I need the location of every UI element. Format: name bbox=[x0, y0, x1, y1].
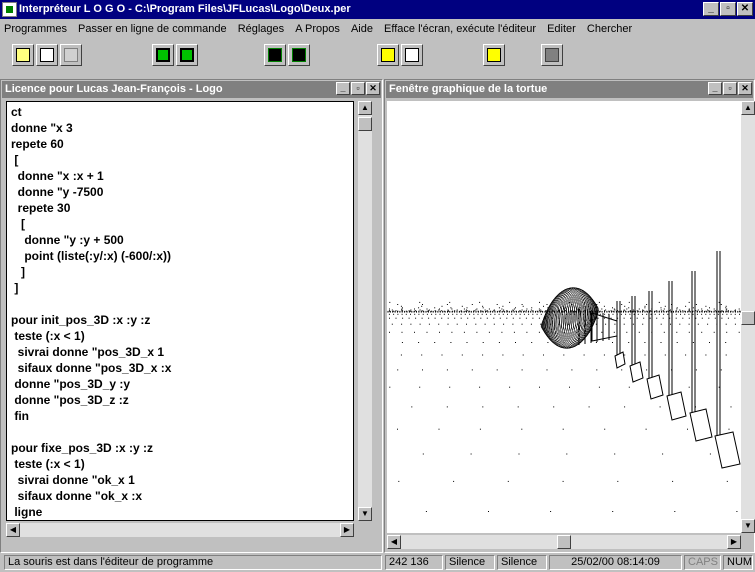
app-title: Interpréteur L O G O - C:\Program Files\… bbox=[19, 3, 351, 15]
save-file-icon bbox=[64, 48, 78, 62]
editor-title-bar: Licence pour Lucas Jean-François - Logo … bbox=[2, 81, 381, 98]
msg-off-icon bbox=[292, 48, 306, 62]
msg-off-button[interactable] bbox=[288, 44, 310, 66]
editor-to-graphics-button[interactable] bbox=[377, 44, 399, 66]
new-file-button[interactable] bbox=[12, 44, 34, 66]
status-caps: CAPS bbox=[684, 555, 721, 570]
code-text: ct donne "x 3 repete 60 [ donne "x :x + … bbox=[11, 105, 172, 519]
editor-maximize-button[interactable]: ▫ bbox=[351, 82, 365, 95]
toolbar bbox=[0, 40, 755, 72]
execute-button[interactable] bbox=[483, 44, 505, 66]
status-num: NUM bbox=[723, 555, 753, 570]
maximize-button[interactable]: ▫ bbox=[720, 2, 736, 16]
app-title-bar: Interpréteur L O G O - C:\Program Files\… bbox=[0, 0, 755, 19]
save-file-button[interactable] bbox=[60, 44, 82, 66]
scroll-down-arrow-icon[interactable]: ▼ bbox=[358, 507, 372, 521]
graphics-vertical-scrollbar[interactable]: ▲ ▼ bbox=[741, 101, 755, 533]
graphics-to-editor-button[interactable] bbox=[401, 44, 423, 66]
graphics-title-bar: Fenêtre graphique de la tortue _ ▫ ✕ bbox=[386, 81, 753, 98]
graphics-scroll-thumb[interactable] bbox=[741, 311, 755, 325]
graphics-minimize-button[interactable]: _ bbox=[708, 82, 722, 95]
editor-scroll-thumb[interactable] bbox=[358, 117, 372, 131]
editor-horizontal-scrollbar[interactable]: ◀ ▶ bbox=[6, 523, 354, 537]
app-icon[interactable] bbox=[2, 2, 17, 17]
editor-title: Licence pour Lucas Jean-François - Logo bbox=[5, 83, 223, 95]
graphics-horizontal-scrollbar[interactable]: ◀ ▶ bbox=[387, 535, 741, 549]
scroll-left-arrow-icon[interactable]: ◀ bbox=[6, 523, 20, 537]
graphics-hscroll-thumb[interactable] bbox=[557, 535, 571, 549]
editor-vertical-scrollbar[interactable]: ▲ ▼ bbox=[358, 101, 372, 521]
layout-vertical-button[interactable] bbox=[176, 44, 198, 66]
editor-minimize-button[interactable]: _ bbox=[336, 82, 350, 95]
menu-bar: Programmes Passer en ligne de commande R… bbox=[0, 19, 755, 39]
editor-close-button[interactable]: ✕ bbox=[366, 82, 380, 95]
status-coordinates: 242 136 bbox=[385, 555, 443, 570]
turtle-drawing bbox=[387, 251, 741, 512]
graphics-close-button[interactable]: ✕ bbox=[738, 82, 752, 95]
status-sound-2: Silence bbox=[497, 555, 547, 570]
minimize-button[interactable]: _ bbox=[703, 2, 719, 16]
status-sound-1: Silence bbox=[445, 555, 495, 570]
menu-chercher[interactable]: Chercher bbox=[587, 23, 632, 35]
code-editor[interactable]: ct donne "x 3 repete 60 [ donne "x :x + … bbox=[6, 101, 354, 521]
open-file-icon bbox=[40, 48, 54, 62]
scroll-up-arrow-icon[interactable]: ▲ bbox=[358, 101, 372, 115]
layout-horizontal-button[interactable] bbox=[152, 44, 174, 66]
graphics-scroll-left-arrow-icon[interactable]: ◀ bbox=[387, 535, 401, 549]
open-file-button[interactable] bbox=[36, 44, 58, 66]
menu-efface-ecran[interactable]: Efface l'écran, exécute l'éditeur bbox=[384, 23, 536, 35]
layout-horizontal-icon bbox=[156, 48, 170, 62]
new-file-icon bbox=[16, 48, 30, 62]
menu-ligne-commande[interactable]: Passer en ligne de commande bbox=[78, 23, 227, 35]
msg-on-button[interactable] bbox=[264, 44, 286, 66]
menu-editer[interactable]: Editer bbox=[547, 23, 576, 35]
graphics-window: Fenêtre graphique de la tortue _ ▫ ✕ ▲ ▼… bbox=[384, 79, 755, 553]
close-button[interactable]: ✕ bbox=[737, 2, 753, 16]
eraser-icon bbox=[545, 48, 559, 62]
menu-programmes[interactable]: Programmes bbox=[4, 23, 67, 35]
erase-button[interactable] bbox=[541, 44, 563, 66]
graphics-editor-icon bbox=[405, 48, 419, 62]
status-message: La souris est dans l'éditeur de programm… bbox=[4, 555, 382, 570]
status-datetime: 25/02/00 08:14:09 bbox=[549, 555, 682, 570]
status-bar: La souris est dans l'éditeur de programm… bbox=[0, 553, 755, 572]
msg-on-icon bbox=[268, 48, 282, 62]
graphics-scroll-down-arrow-icon[interactable]: ▼ bbox=[741, 519, 755, 533]
turtle-graphics-canvas[interactable] bbox=[387, 101, 741, 533]
lightning-icon bbox=[487, 48, 501, 62]
graphics-title: Fenêtre graphique de la tortue bbox=[389, 83, 548, 95]
editor-window: Licence pour Lucas Jean-François - Logo … bbox=[0, 79, 383, 553]
graphics-scroll-up-arrow-icon[interactable]: ▲ bbox=[741, 101, 755, 115]
menu-a-propos[interactable]: A Propos bbox=[295, 23, 340, 35]
layout-vertical-icon bbox=[180, 48, 194, 62]
scroll-right-arrow-icon[interactable]: ▶ bbox=[340, 523, 354, 537]
graphics-scroll-right-arrow-icon[interactable]: ▶ bbox=[727, 535, 741, 549]
graphics-maximize-button[interactable]: ▫ bbox=[723, 82, 737, 95]
menu-reglages[interactable]: Réglages bbox=[238, 23, 284, 35]
editor-graphics-icon bbox=[381, 48, 395, 62]
menu-aide[interactable]: Aide bbox=[351, 23, 373, 35]
